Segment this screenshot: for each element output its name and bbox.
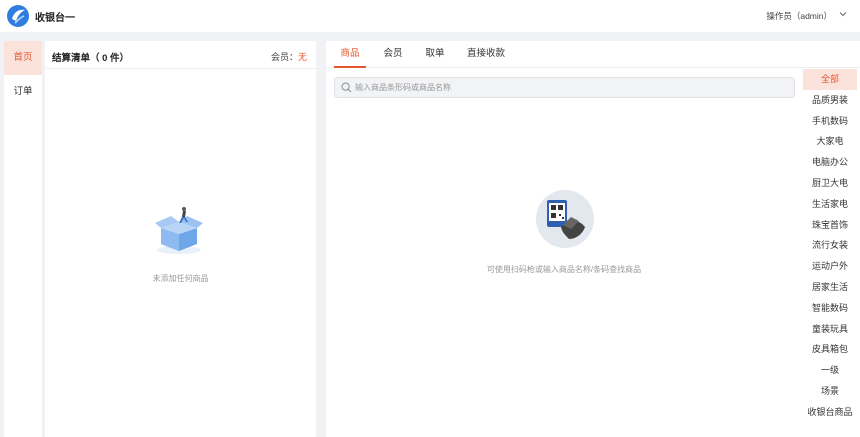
member-value[interactable]: 无 xyxy=(298,52,307,62)
category-item[interactable]: 一级 xyxy=(803,360,857,381)
category-item[interactable]: 运动户外 xyxy=(803,256,857,277)
checkout-list-header: 结算清单（ 0 件） 会员：无 xyxy=(45,41,316,69)
tab-direct-payment[interactable]: 直接收款 xyxy=(464,41,508,68)
category-item[interactable]: 流行女装 xyxy=(803,235,857,256)
scan-barcode-illustration-icon xyxy=(536,190,594,248)
category-item[interactable]: 童装玩具 xyxy=(803,319,857,340)
left-nav: 首页 订单 xyxy=(4,41,42,437)
category-item[interactable]: 大家电 xyxy=(803,131,857,152)
category-item[interactable]: 厨卫大电 xyxy=(803,173,857,194)
operator-menu[interactable]: 操作员（admin） xyxy=(766,10,832,22)
category-item[interactable]: 手机数码 xyxy=(803,111,857,132)
category-list: 全部 品质男装 手机数码 大家电 电脑办公 厨卫大电 生活家电 珠宝首饰 流行女… xyxy=(803,69,857,437)
app-logo-icon xyxy=(7,5,29,27)
category-item[interactable]: 场景 xyxy=(803,381,857,402)
checkout-list-title: 结算清单（ 0 件） xyxy=(52,53,130,64)
nav-item-orders[interactable]: 订单 xyxy=(4,75,42,109)
member-selector[interactable]: 会员：无 xyxy=(271,50,307,63)
category-item[interactable]: 全部 xyxy=(803,69,857,90)
category-item[interactable]: 品质男装 xyxy=(803,90,857,111)
category-item[interactable]: 皮具箱包 xyxy=(803,339,857,360)
nav-item-home[interactable]: 首页 xyxy=(4,41,42,75)
category-item[interactable]: 收银台商品 xyxy=(803,402,857,423)
product-tabs: 商品 会员 取单 直接收款 xyxy=(326,41,860,68)
empty-hint-text: 可使用扫码枪或输入商品名称/条码查找商品 xyxy=(486,265,642,274)
tab-products[interactable]: 商品 xyxy=(334,41,366,68)
category-item[interactable]: 智能数码 xyxy=(803,298,857,319)
tab-members[interactable]: 会员 xyxy=(378,41,408,68)
app-title: 收银台一 xyxy=(35,13,75,24)
product-search xyxy=(334,77,795,98)
tab-retrieve-order[interactable]: 取单 xyxy=(420,41,450,68)
chevron-down-icon[interactable] xyxy=(838,9,848,19)
category-item[interactable]: 电脑办公 xyxy=(803,152,857,173)
category-item[interactable]: 生活家电 xyxy=(803,194,857,215)
member-label: 会员： xyxy=(270,52,298,62)
product-search-input[interactable] xyxy=(355,78,785,97)
category-item[interactable]: 珠宝首饰 xyxy=(803,215,857,236)
top-bar: 收银台一 操作员（admin） xyxy=(0,0,860,32)
checkout-list-panel: 结算清单（ 0 件） 会员：无 未添加任何商品 xyxy=(45,41,316,437)
product-panel: 商品 会员 取单 直接收款 可使用扫码枪或输入商品名称/条码查找商品 xyxy=(326,41,860,437)
empty-box-illustration-icon xyxy=(155,207,203,254)
search-icon xyxy=(341,82,352,93)
category-item[interactable]: 居家生活 xyxy=(803,277,857,298)
cart-empty-text: 未添加任何商品 xyxy=(152,274,209,283)
